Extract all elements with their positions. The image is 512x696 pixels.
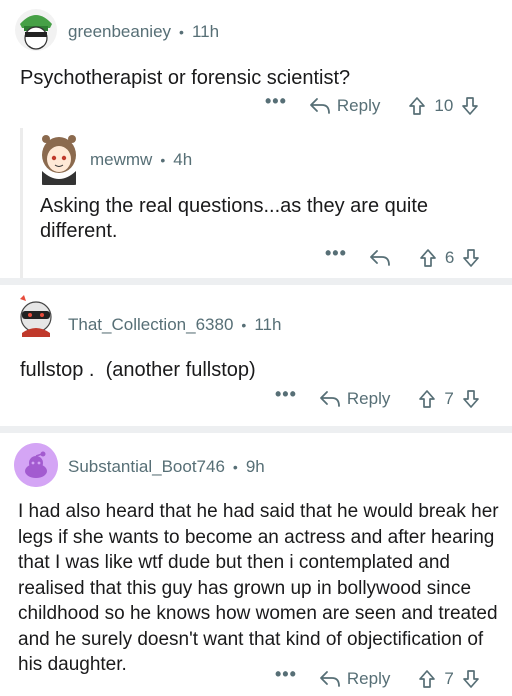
- vote-controls: 7: [418, 669, 479, 689]
- downvote-icon[interactable]: [462, 248, 480, 268]
- timestamp: 11h: [254, 315, 282, 334]
- comment-actions: ••• Reply 10: [265, 91, 479, 116]
- separator-dot: •: [232, 459, 238, 475]
- reply-label: Reply: [336, 95, 381, 115]
- comment-actions: ••• 6: [325, 243, 480, 268]
- vote-count: 7: [444, 668, 454, 688]
- comment-body: Asking the real questions...as they are …: [40, 195, 429, 242]
- upvote-icon[interactable]: [418, 389, 436, 409]
- vote-controls: 7: [418, 389, 479, 409]
- avatar[interactable]: [14, 8, 58, 52]
- vote-controls: 6: [419, 248, 480, 268]
- reply-icon: [320, 670, 340, 687]
- downvote-icon[interactable]: [462, 389, 480, 409]
- reply-button[interactable]: Reply: [319, 669, 390, 689]
- downvote-icon[interactable]: [461, 96, 479, 116]
- timestamp: 9h: [245, 457, 265, 476]
- thread-line: [20, 128, 23, 278]
- downvote-icon[interactable]: [462, 669, 480, 689]
- vote-controls: 10: [408, 96, 479, 116]
- avatar[interactable]: [38, 131, 80, 185]
- vote-count: 7: [444, 388, 454, 408]
- reply-icon: [370, 249, 390, 266]
- comment-actions: ••• Reply 7: [275, 664, 480, 689]
- comment-body: fullstop . (another fullstop): [20, 359, 256, 381]
- avatar[interactable]: [14, 443, 58, 487]
- comment-body: Psychotherapist or forensic scientist?: [20, 67, 351, 89]
- vote-count: 10: [434, 95, 454, 115]
- more-options-icon[interactable]: •••: [265, 91, 287, 112]
- comment-separator: [0, 426, 512, 433]
- comment-header: mewmw • 4h: [90, 150, 192, 170]
- more-options-icon[interactable]: •••: [275, 664, 297, 685]
- comment-header: Substantial_Boot746 • 9h: [68, 457, 265, 477]
- comment-body: I had also heard that he had said that h…: [18, 501, 499, 675]
- reply-label: Reply: [346, 388, 391, 408]
- reply-button[interactable]: [369, 249, 397, 267]
- username[interactable]: mewmw: [90, 150, 152, 170]
- separator-dot: •: [241, 317, 247, 333]
- username[interactable]: greenbeaniey: [68, 22, 171, 42]
- vote-count: 6: [444, 247, 455, 267]
- comment-header: greenbeaniey • 11h: [68, 22, 219, 42]
- reply-button[interactable]: Reply: [319, 389, 390, 409]
- reply-button[interactable]: Reply: [309, 96, 380, 116]
- upvote-icon[interactable]: [419, 248, 437, 268]
- upvote-icon[interactable]: [408, 96, 426, 116]
- avatar[interactable]: [14, 293, 58, 337]
- reply-icon: [310, 97, 330, 114]
- comment-greenbeaniey: greenbeaniey • 11h Psychotherapist or fo…: [0, 0, 512, 281]
- comment-substantial-boot: Substantial_Boot746 • 9h I had also hear…: [0, 433, 512, 696]
- reply-icon: [320, 390, 340, 407]
- comment-header: That_Collection_6380 • 11h: [68, 315, 281, 335]
- timestamp: 4h: [173, 150, 193, 169]
- username[interactable]: That_Collection_6380: [68, 315, 233, 335]
- upvote-icon[interactable]: [418, 669, 436, 689]
- reply-label: Reply: [346, 668, 391, 688]
- separator-dot: •: [160, 152, 166, 168]
- more-options-icon[interactable]: •••: [275, 384, 297, 405]
- username[interactable]: Substantial_Boot746: [68, 457, 225, 477]
- more-options-icon[interactable]: •••: [325, 243, 347, 264]
- comment-actions: ••• Reply 7: [275, 384, 480, 409]
- separator-dot: •: [179, 24, 184, 40]
- comment-that-collection: That_Collection_6380 • 11h fullstop . (a…: [0, 281, 512, 433]
- timestamp: 11h: [191, 22, 220, 41]
